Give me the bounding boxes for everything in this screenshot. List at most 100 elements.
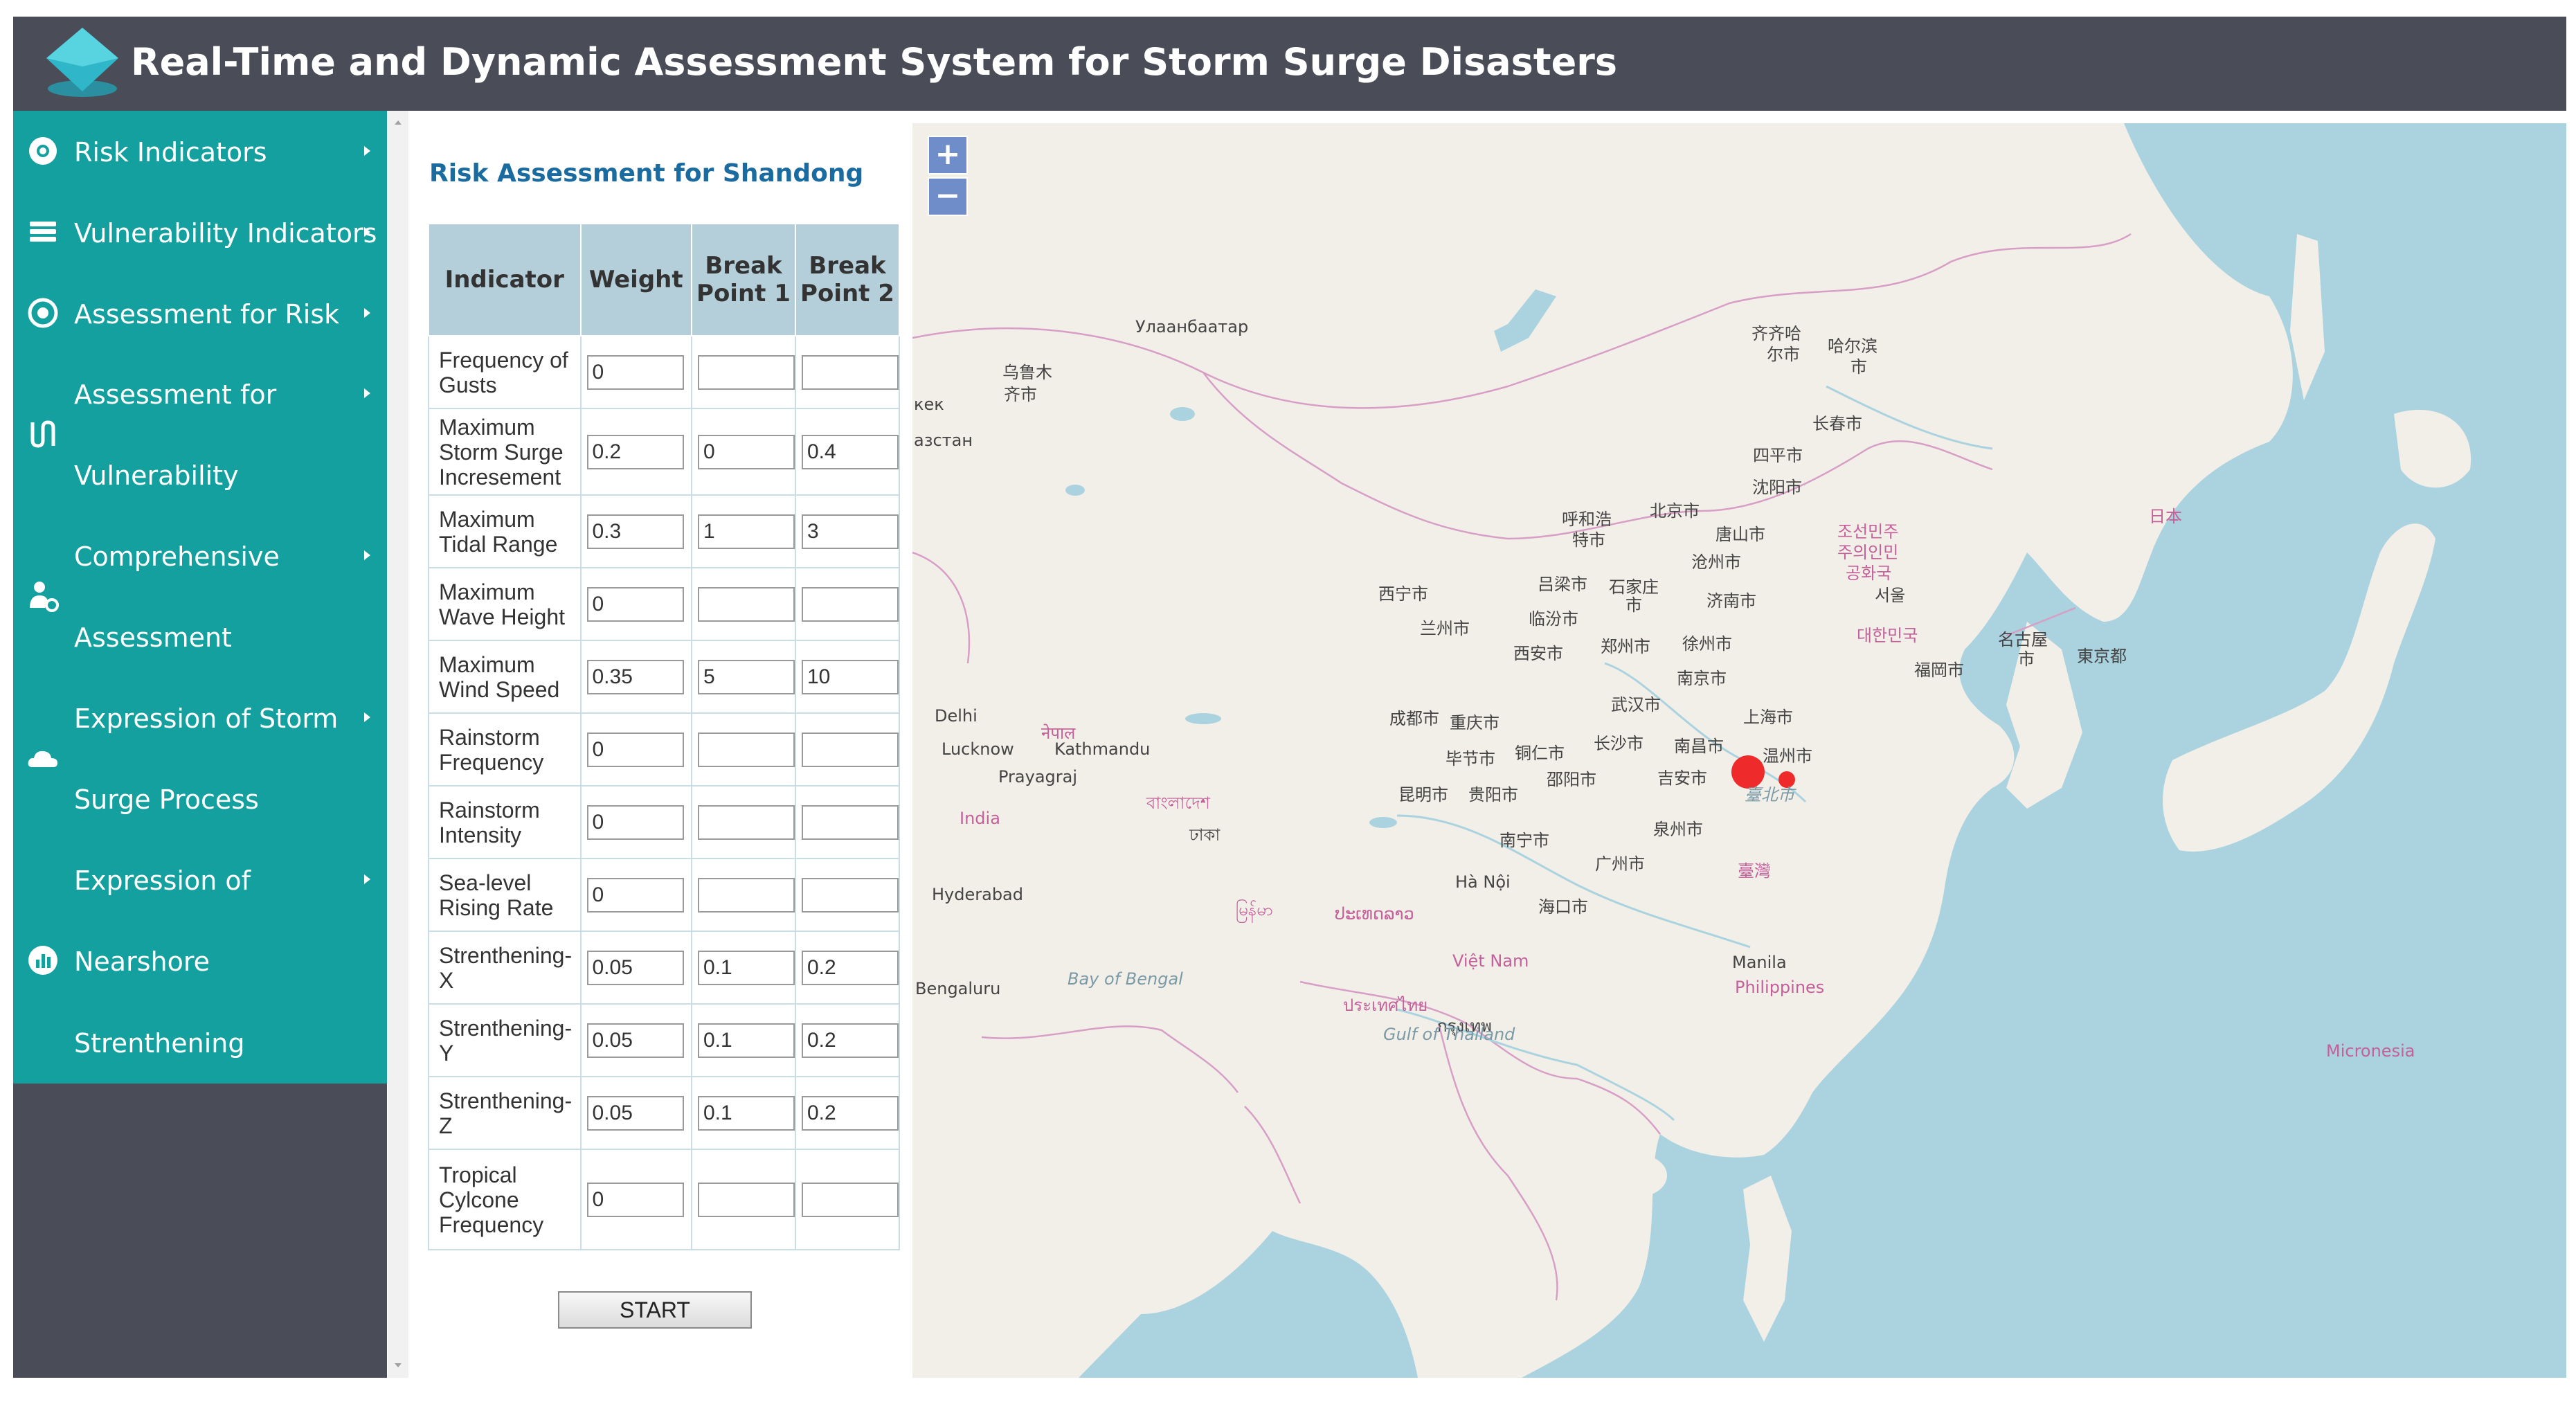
indicator-name: Maximum Wave Height (428, 567, 582, 641)
weight-input[interactable] (586, 586, 684, 622)
map-place-label: 西安市 (1513, 644, 1563, 663)
table-cell-weight (579, 931, 692, 1005)
map-place-label: 长春市 (1812, 414, 1862, 433)
scroll-down-arrow-icon[interactable] (393, 1360, 403, 1370)
sidebar-item-expression-of-nearshore-strenthening[interactable]: Expression of Nearshore Strenthening (13, 860, 387, 1062)
map-place-label: 邵阳市 (1547, 770, 1596, 789)
table-cell-bp1 (690, 1076, 796, 1150)
table-cell-bp1 (690, 858, 796, 932)
map-canvas (912, 123, 2471, 1378)
map-place-label: Bengaluru (915, 979, 1001, 998)
map-land-hainan (1612, 1155, 1667, 1196)
layers-icon (30, 222, 56, 242)
bp1-input[interactable] (697, 434, 795, 469)
bp2-input[interactable] (801, 805, 899, 840)
sidebar-item-vulnerability-indicators[interactable]: Vulnerability Indicators (13, 211, 387, 253)
map-place-label: 市 (1625, 595, 1642, 615)
weight-input[interactable] (586, 950, 684, 985)
table-row: Maximum Tidal Range (428, 494, 901, 568)
bp1-input[interactable] (697, 514, 795, 549)
sidebar-item-comprehensive-assessment[interactable]: Comprehensive Assessment (13, 536, 387, 657)
map-place-label: 毕节市 (1445, 749, 1495, 769)
sidebar-item-label: Vulnerability Indicators (74, 218, 377, 249)
bp1-input[interactable] (697, 1023, 795, 1058)
map-place-label: Việt Nam (1452, 951, 1529, 971)
panel-title: Risk Assessment for Shandong (429, 159, 864, 188)
table-cell-bp2 (794, 494, 901, 568)
map-place-label: ประเทศไทย (1343, 996, 1428, 1015)
sidebar-item-label: Risk Indicators (74, 137, 267, 168)
chart-icon (28, 946, 57, 975)
bp2-input[interactable] (801, 950, 899, 985)
sidebar-item-expression-of-storm-surge-process[interactable]: Expression of Storm Surge Process (13, 698, 387, 819)
weight-input[interactable] (586, 1095, 684, 1131)
sidebar-item-label: Strenthening (74, 1028, 245, 1059)
bp2-input[interactable] (801, 1023, 899, 1058)
indicator-table: Indicator Weight Break Point 1 Break Poi… (428, 223, 901, 1250)
bp2-input[interactable] (801, 1095, 899, 1131)
app-header: Real-Time and Dynamic Assessment System … (13, 17, 2566, 111)
map-place-label: 齐市 (1004, 385, 1037, 404)
zoom-out-button[interactable]: − (928, 177, 968, 216)
table-cell-weight (579, 567, 692, 641)
map-view[interactable]: + − Улаанбаатар 乌鲁木 齐市 齐齐哈 尔市 哈尔滨市长春市 四平市 沈阳市 北京… (912, 123, 2566, 1378)
bp1-input[interactable] (697, 732, 795, 767)
indicator-name: Strenthening-X (428, 931, 582, 1005)
zoom-in-button[interactable]: + (928, 136, 968, 174)
weight-input[interactable] (586, 1023, 684, 1058)
table-cell-weight (579, 640, 692, 714)
bp2-input[interactable] (801, 1182, 899, 1217)
sidebar-item-risk-indicators[interactable]: Risk Indicators (13, 130, 387, 172)
bp1-input[interactable] (697, 659, 795, 694)
map-place-label: 市 (2018, 649, 2035, 669)
sidebar-item-label: Nearshore (74, 946, 210, 977)
map-place-label: 临汾市 (1529, 609, 1578, 629)
table-cell-bp2 (794, 785, 901, 859)
table-cell-weight (579, 1076, 692, 1150)
bp1-input[interactable] (697, 877, 795, 913)
table-row: Maximum Wind Speed (428, 640, 901, 714)
user-gear-icon (30, 582, 59, 612)
map-place-label: 徐州市 (1682, 634, 1732, 654)
sidebar-item-assessment-for-vulnerability[interactable]: Assessment for Vulnerability (13, 374, 387, 495)
map-place-label: кек (914, 395, 944, 414)
column-header-indicator: Indicator (428, 223, 582, 336)
table-cell-bp1 (690, 1149, 796, 1250)
indicator-name: Tropical Cylcone Frequency (428, 1149, 582, 1250)
bp1-input[interactable] (697, 586, 795, 622)
weight-input[interactable] (586, 1182, 684, 1217)
indicator-name: Maximum Wind Speed (428, 640, 582, 714)
bp1-input[interactable] (697, 354, 795, 390)
weight-input[interactable] (586, 354, 684, 390)
weight-input[interactable] (586, 732, 684, 767)
bp2-input[interactable] (801, 586, 899, 622)
bp2-input[interactable] (801, 514, 899, 549)
weight-input[interactable] (586, 514, 684, 549)
map-lake (1170, 407, 1195, 421)
table-cell-bp1 (690, 640, 796, 714)
bp2-input[interactable] (801, 434, 899, 469)
weight-input[interactable] (586, 805, 684, 840)
sidebar-item-label: Assessment for Risk (74, 299, 340, 330)
table-cell-bp1 (690, 712, 796, 787)
start-button[interactable]: START (558, 1291, 752, 1329)
weight-input[interactable] (586, 877, 684, 913)
map-place-label: 南昌市 (1674, 737, 1724, 756)
chevron-right-icon (364, 874, 370, 884)
bp2-input[interactable] (801, 877, 899, 913)
bp2-input[interactable] (801, 659, 899, 694)
bp2-input[interactable] (801, 732, 899, 767)
sidebar-item-assessment-for-risk[interactable]: Assessment for Risk (13, 292, 387, 334)
bp1-input[interactable] (697, 805, 795, 840)
weight-input[interactable] (586, 434, 684, 469)
table-cell-bp2 (794, 1003, 901, 1077)
bp1-input[interactable] (697, 950, 795, 985)
panel-scrollbar[interactable] (388, 111, 408, 1378)
bp2-input[interactable] (801, 354, 899, 390)
scroll-up-arrow-icon[interactable] (393, 118, 403, 127)
weight-input[interactable] (586, 659, 684, 694)
bp1-input[interactable] (697, 1095, 795, 1131)
app-logo-icon (46, 28, 118, 97)
bp1-input[interactable] (697, 1182, 795, 1217)
map-place-label: 温州市 (1763, 746, 1812, 766)
